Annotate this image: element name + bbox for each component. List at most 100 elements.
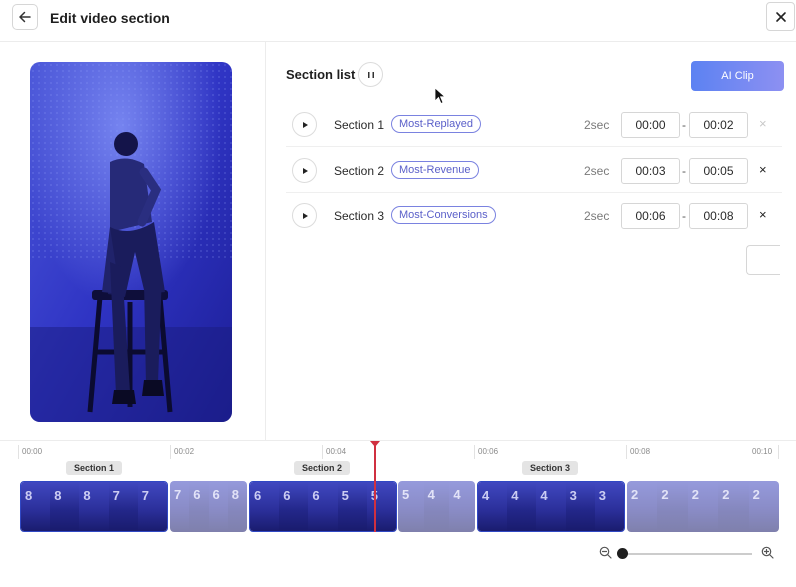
section-duration: 2sec bbox=[584, 209, 610, 223]
zoom-out-icon[interactable] bbox=[599, 546, 612, 559]
frame-digit: 4 bbox=[453, 487, 461, 502]
frame-digit: 8 bbox=[54, 488, 62, 503]
section-tag: Most-Conversions bbox=[391, 206, 496, 224]
timeline-frame-thumbnail: 3 bbox=[594, 482, 624, 531]
arrow-left-icon bbox=[19, 11, 31, 23]
zoom-slider-track[interactable] bbox=[620, 553, 752, 555]
frame-digit: 6 bbox=[312, 488, 320, 503]
section-row: Section 1 Most-Replayed 2sec 00:00 - 00:… bbox=[286, 102, 782, 147]
timeline-frame-thumbnail: 6 bbox=[308, 482, 339, 531]
video-frame-image bbox=[30, 62, 232, 422]
frame-digit: 6 bbox=[212, 487, 220, 502]
section-list-title: Section list bbox=[286, 67, 356, 82]
remove-section-button[interactable]: × bbox=[759, 116, 767, 131]
frame-digit: 4 bbox=[427, 487, 435, 502]
timeline-gap-strip[interactable]: 5 4 4 bbox=[398, 481, 475, 532]
tick-mark bbox=[170, 445, 171, 459]
timeline-section-strip[interactable]: 8 8 8 7 7 bbox=[20, 481, 168, 532]
time-separator: - bbox=[682, 164, 686, 178]
frame-digit: 3 bbox=[569, 488, 577, 503]
end-time-input[interactable]: 00:08 bbox=[689, 203, 748, 229]
frame-digit: 2 bbox=[631, 487, 639, 502]
timeline-frame-thumbnail: 4 bbox=[507, 482, 538, 531]
close-icon bbox=[775, 11, 786, 22]
timeline-frame-thumbnail: 2 bbox=[687, 481, 720, 532]
end-time-input[interactable]: 00:05 bbox=[689, 158, 748, 184]
tick-mark bbox=[626, 445, 627, 459]
start-time-input[interactable]: 00:03 bbox=[621, 158, 680, 184]
timeline-frame-thumbnail: 4 bbox=[423, 481, 451, 532]
zoom-slider-thumb[interactable] bbox=[617, 548, 628, 559]
frame-digit: 5 bbox=[402, 487, 410, 502]
panel-divider bbox=[265, 42, 266, 440]
frame-digit: 7 bbox=[174, 487, 182, 502]
timeline-frame-thumbnail: 6 bbox=[279, 482, 310, 531]
timeline-frame-thumbnail: 4 bbox=[536, 482, 567, 531]
timeline-frame-thumbnail: 6 bbox=[189, 481, 210, 532]
ai-clip-button[interactable]: AI Clip bbox=[691, 61, 784, 91]
timeline-gap-strip[interactable]: 7668 bbox=[170, 481, 247, 532]
frame-digit: 7 bbox=[141, 488, 150, 503]
tick-mark bbox=[778, 445, 779, 459]
back-button[interactable] bbox=[12, 4, 38, 30]
remove-section-button[interactable]: × bbox=[759, 207, 767, 222]
section-row: Section 3 Most-Conversions 2sec 00:06 - … bbox=[286, 193, 782, 238]
partial-input-box[interactable] bbox=[746, 245, 780, 275]
timeline-frame-thumbnail: 8 bbox=[50, 482, 81, 531]
frame-digit: 4 bbox=[540, 488, 548, 503]
tick-label: 00:06 bbox=[478, 447, 499, 456]
time-separator: - bbox=[682, 209, 686, 223]
frame-digit: 6 bbox=[283, 488, 291, 503]
zoom-in-icon[interactable] bbox=[761, 546, 774, 559]
timeline-frame-thumbnail: 2 bbox=[718, 481, 750, 532]
frame-digit: 6 bbox=[254, 488, 262, 503]
timeline-gap-strip[interactable]: 2 2 2 2 2 bbox=[627, 481, 779, 532]
tick-label: 00:00 bbox=[22, 447, 43, 456]
frame-digit: 4 bbox=[511, 488, 519, 503]
timeline-frame-thumbnail: 5 bbox=[337, 482, 368, 531]
tick-mark bbox=[474, 445, 475, 459]
frame-digit: 4 bbox=[482, 488, 490, 503]
end-time-input[interactable]: 00:02 bbox=[689, 112, 748, 138]
section-name: Section 1 bbox=[334, 118, 385, 132]
frame-digit: 3 bbox=[598, 488, 607, 503]
start-time-input[interactable]: 00:00 bbox=[621, 112, 680, 138]
play-section-2-button[interactable] bbox=[292, 158, 317, 183]
section-duration: 2sec bbox=[584, 164, 610, 178]
timeline-frame-thumbnail: 6 bbox=[250, 482, 281, 531]
frame-digit: 6 bbox=[193, 487, 201, 502]
timeline-frame-thumbnail: 5 bbox=[398, 481, 425, 532]
timeline-section-label: Section 2 bbox=[294, 461, 351, 475]
tick-label: 00:08 bbox=[630, 447, 651, 456]
pause-button[interactable] bbox=[358, 62, 383, 87]
timeline-frame-thumbnail: 2 bbox=[657, 481, 689, 532]
play-icon bbox=[302, 121, 308, 128]
timeline-frame-thumbnail: 2 bbox=[627, 481, 659, 532]
section-row: Section 2 Most-Revenue 2sec 00:03 - 00:0… bbox=[286, 148, 782, 193]
timeline-section-strip[interactable]: 4 4 4 3 3 bbox=[477, 481, 625, 532]
pause-icon bbox=[367, 71, 374, 78]
time-separator: - bbox=[682, 118, 686, 132]
close-button[interactable] bbox=[766, 2, 795, 31]
tick-mark bbox=[322, 445, 323, 459]
frame-digit: 8 bbox=[83, 488, 91, 503]
tick-mark bbox=[18, 445, 19, 459]
tick-label: 00:04 bbox=[326, 447, 347, 456]
frame-digit: 8 bbox=[25, 488, 33, 503]
timeline-section-label: Section 1 bbox=[66, 461, 123, 475]
play-section-3-button[interactable] bbox=[292, 203, 317, 228]
timeline-frame-thumbnail: 8 bbox=[79, 482, 110, 531]
frame-digit: 7 bbox=[112, 488, 120, 503]
playhead[interactable] bbox=[374, 443, 376, 532]
frame-digit: 5 bbox=[341, 488, 349, 503]
timeline-frame-thumbnail: 3 bbox=[565, 482, 596, 531]
timeline-frame-thumbnail: 8 bbox=[227, 481, 247, 532]
play-icon bbox=[302, 212, 308, 219]
play-section-1-button[interactable] bbox=[292, 112, 317, 137]
start-time-input[interactable]: 00:06 bbox=[621, 203, 680, 229]
frame-digit: 8 bbox=[231, 487, 239, 502]
timeline-frame-thumbnail: 7 bbox=[170, 481, 191, 532]
video-preview[interactable] bbox=[30, 62, 232, 422]
remove-section-button[interactable]: × bbox=[759, 162, 767, 177]
timeline-frame-thumbnail: 6 bbox=[208, 481, 229, 532]
